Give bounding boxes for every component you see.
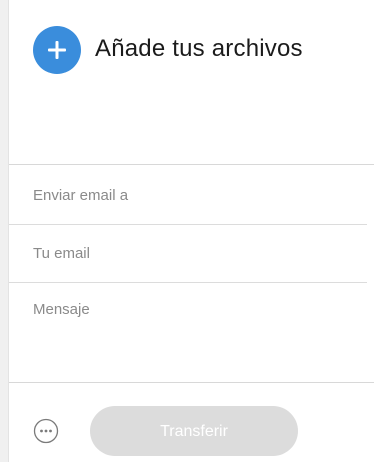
more-options-button[interactable] [33, 418, 59, 444]
message-input[interactable] [33, 301, 353, 371]
your-email-field-row [9, 225, 367, 283]
plus-icon [48, 41, 66, 59]
email-to-input[interactable] [33, 185, 353, 205]
your-email-input[interactable] [33, 243, 353, 263]
panel-footer: Transferir [9, 384, 374, 462]
add-files-area[interactable]: Añade tus archivos [9, 0, 374, 165]
email-to-field-row [9, 167, 367, 225]
transfer-panel: Añade tus archivos Transferir [8, 0, 374, 462]
more-options-icon [33, 418, 59, 444]
add-files-button[interactable] [33, 26, 81, 74]
message-field-row [9, 283, 374, 383]
add-files-title[interactable]: Añade tus archivos [95, 35, 303, 63]
transfer-button[interactable]: Transferir [90, 406, 298, 456]
